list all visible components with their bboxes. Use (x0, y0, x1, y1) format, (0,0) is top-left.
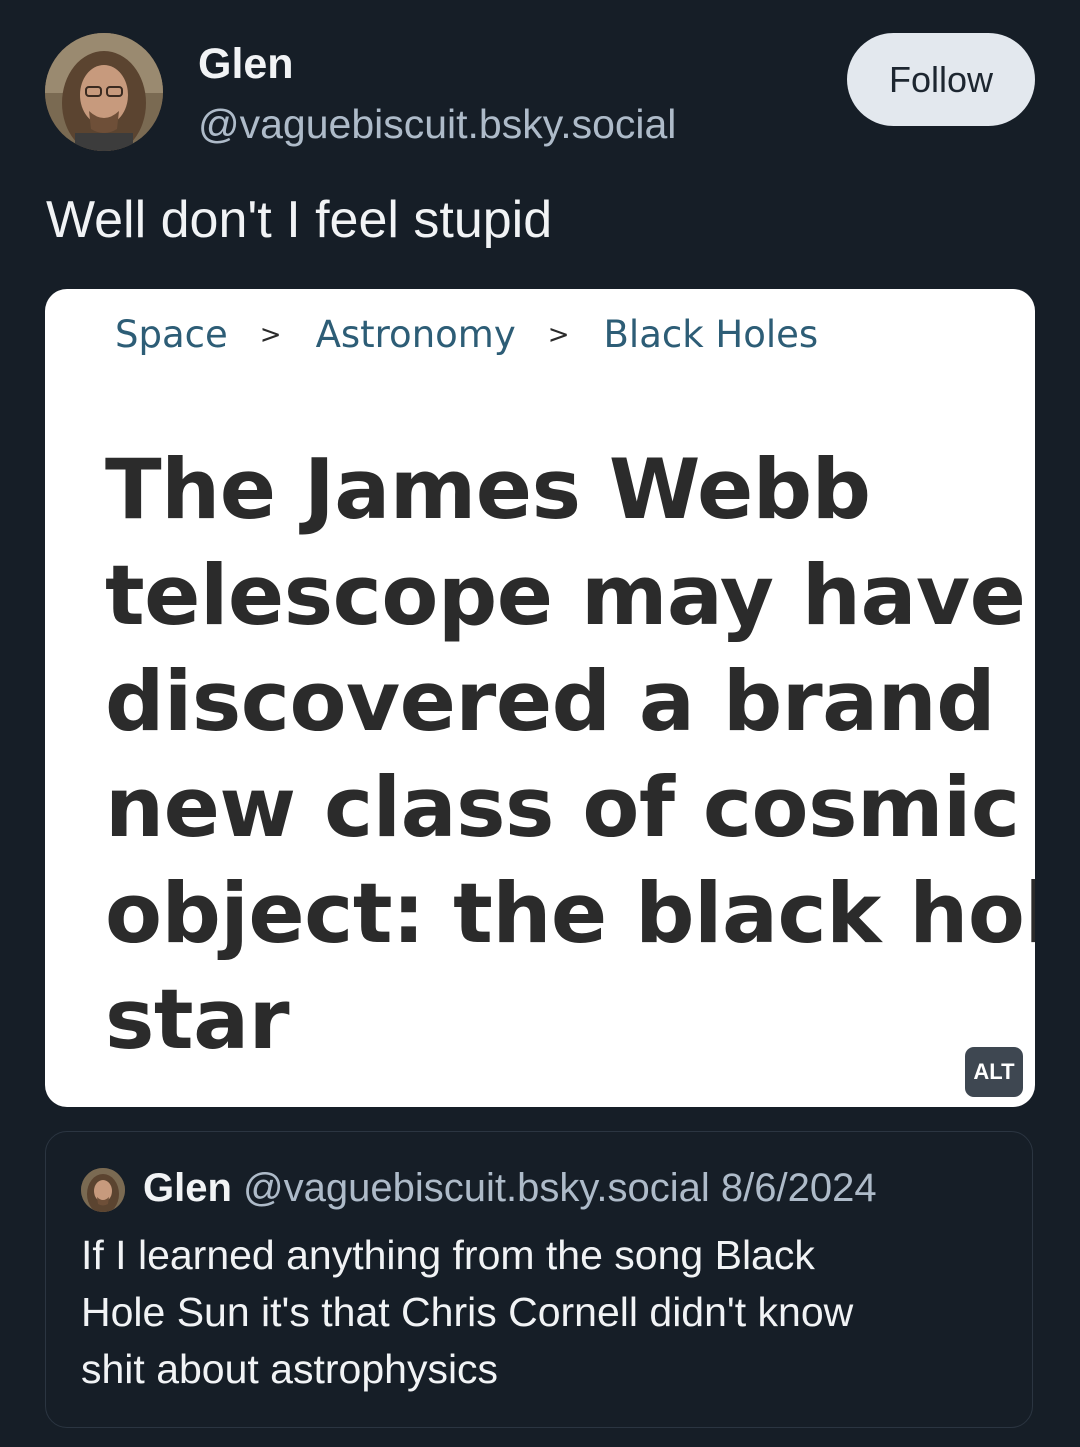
quoted-text-line: Hole Sun it's that Chris Cornell didn't … (81, 1289, 854, 1335)
breadcrumb-item-astronomy: Astronomy (315, 313, 516, 356)
headline-line: The James Webb (105, 441, 871, 538)
user-avatar-photo-icon (45, 33, 163, 151)
article-headline: The James Webb telescope may have discov… (105, 437, 1035, 1073)
author-display-name[interactable]: Glen (198, 40, 294, 89)
breadcrumb-item-space: Space (115, 313, 228, 356)
embedded-image[interactable]: Space > Astronomy > Black Holes The Jame… (45, 289, 1035, 1107)
quoted-author-avatar (81, 1168, 125, 1212)
headline-line: new class of cosmic (105, 759, 1020, 856)
author-avatar[interactable] (45, 33, 163, 151)
user-avatar-photo-icon (81, 1168, 125, 1212)
breadcrumb-separator: > (547, 320, 570, 350)
author-handle[interactable]: @vaguebiscuit.bsky.social (198, 101, 676, 148)
post-text: Well don't I feel stupid (46, 191, 553, 249)
headline-line: discovered a brand (105, 653, 996, 750)
quoted-post-meta: Glen @vaguebiscuit.bsky.social 8/6/2024 (143, 1166, 877, 1211)
breadcrumb-item-black-holes: Black Holes (603, 313, 819, 356)
quoted-post[interactable]: Glen @vaguebiscuit.bsky.social 8/6/2024 … (45, 1131, 1033, 1428)
quoted-text-line: shit about astrophysics (81, 1346, 499, 1392)
headline-line: telescope may have (105, 547, 1026, 644)
breadcrumb-separator: > (259, 320, 282, 350)
quoted-post-date: 8/6/2024 (720, 1166, 877, 1210)
alt-text-button[interactable]: ALT (965, 1047, 1023, 1097)
follow-button[interactable]: Follow (847, 33, 1035, 126)
headline-line: star (105, 971, 290, 1068)
quoted-post-text: If I learned anything from the song Blac… (81, 1227, 1001, 1398)
breadcrumb: Space > Astronomy > Black Holes (115, 313, 818, 356)
quoted-text-line: If I learned anything from the song Blac… (81, 1232, 815, 1278)
headline-line: object: the black hole (105, 865, 1035, 962)
quoted-author-name[interactable]: Glen (143, 1166, 232, 1210)
quoted-author-handle[interactable]: @vaguebiscuit.bsky.social (243, 1166, 710, 1210)
